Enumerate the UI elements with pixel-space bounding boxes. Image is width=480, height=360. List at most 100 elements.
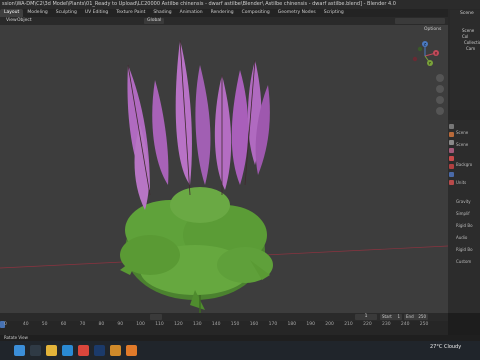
chrome-icon[interactable] <box>78 345 89 356</box>
timeline-tick: 220 <box>363 322 372 327</box>
workspace-tab[interactable]: Shading <box>149 9 175 17</box>
texture-tab-icon[interactable] <box>449 180 454 185</box>
workspace-tab[interactable]: Animation <box>176 9 207 17</box>
timeline-tick: 70 <box>79 322 86 327</box>
blender-icon[interactable] <box>126 345 137 356</box>
workspace-tab[interactable]: Compositing <box>238 9 274 17</box>
render-tab-icon[interactable] <box>449 132 454 137</box>
pan-button[interactable] <box>436 85 444 93</box>
timeline-tick: 0 <box>4 322 7 327</box>
plant-flowers <box>127 40 270 210</box>
workspace-tab[interactable]: UV Editing <box>81 9 112 17</box>
outliner[interactable]: Scene Scene Col Collection Cam <box>450 10 480 110</box>
props-row[interactable]: Units <box>456 180 480 186</box>
output-tab-icon[interactable] <box>449 140 454 145</box>
properties-editor[interactable]: Scene Scene Backgro Units Gravity Simpli… <box>448 120 480 313</box>
viewport-shading-buttons[interactable] <box>395 18 445 24</box>
props-row[interactable]: Audio <box>456 235 480 241</box>
workspace-tabs: Layout Modeling Sculpting UV Editing Texture… <box>0 9 450 17</box>
scene-tab-icon[interactable] <box>449 156 454 161</box>
end-frame-field[interactable]: End 250 <box>404 314 428 320</box>
workspace-tab[interactable]: Rendering <box>207 9 238 17</box>
timeline-tick: 90 <box>117 322 124 327</box>
start-frame-field[interactable]: Start 1 <box>380 314 402 320</box>
camera-view-button[interactable] <box>436 96 444 104</box>
timeline-tick: 140 <box>211 322 221 327</box>
transform-orientation-dropdown[interactable]: Global <box>144 18 165 24</box>
play-controls[interactable] <box>150 314 162 320</box>
props-row[interactable]: Rigid Bo <box>456 223 480 229</box>
timeline-tick: 170 <box>268 322 278 327</box>
perspective-toggle-button[interactable] <box>436 107 444 115</box>
weather-text: Cloudy <box>443 344 462 350</box>
timeline-tick: 50 <box>41 322 48 327</box>
viewport-header: View Object Global <box>0 17 448 25</box>
timeline-tick: 160 <box>249 322 259 327</box>
zoom-button[interactable] <box>436 74 444 82</box>
start-button[interactable] <box>14 345 25 356</box>
taskbar: 27°C Cloudy <box>0 341 480 360</box>
files-icon[interactable] <box>110 345 121 356</box>
3d-viewport[interactable]: X Y Z Options <box>0 25 448 313</box>
props-row[interactable]: Scene <box>456 142 480 148</box>
workspace-tab[interactable]: Texture Paint <box>112 9 149 17</box>
end-value: 250 <box>418 314 426 319</box>
props-row[interactable]: Rigid Bo <box>456 247 480 253</box>
timeline-tick: 210 <box>344 322 353 327</box>
viewport-canvas[interactable] <box>0 25 448 313</box>
props-row: Scene <box>456 130 469 135</box>
timeline-tick: 130 <box>193 322 202 327</box>
menu-view[interactable]: View <box>6 17 17 25</box>
title-bar: ssion\WA-DM\C2\3d Model\Plants\01_Ready … <box>0 0 480 9</box>
timeline-tick: 40 <box>22 322 29 327</box>
workspace-tab[interactable]: Modeling <box>23 9 51 17</box>
props-row[interactable]: Backgro <box>456 162 480 168</box>
search-icon[interactable] <box>30 345 41 356</box>
timeline-tick: 230 <box>382 322 391 327</box>
options-button[interactable]: Options <box>424 27 441 32</box>
options-label: Options <box>424 27 442 32</box>
outliner-item[interactable]: Cam <box>450 46 480 52</box>
photoshop-icon[interactable] <box>94 345 105 356</box>
workspace-tab[interactable]: Geometry Nodes <box>274 9 320 17</box>
timeline[interactable]: 0 40 50 60 70 80 90 100 110 120 130 140 150 160 170 180… <box>0 321 448 335</box>
props-row[interactable]: Simplif <box>456 211 480 217</box>
timeline-tick: 100 <box>136 322 145 327</box>
workspace-tab[interactable]: Sculpting <box>52 9 81 17</box>
end-label: End <box>406 314 414 319</box>
navigation-gizmo[interactable]: X Y Z <box>410 41 440 71</box>
collection-tab-icon[interactable] <box>449 172 454 177</box>
props-row[interactable]: Gravity <box>456 199 480 205</box>
timeline-tick: 60 <box>60 322 67 327</box>
orientation-label: Global <box>147 18 162 23</box>
properties-tabs <box>449 124 455 188</box>
outliner-item[interactable]: Scene Col <box>450 28 480 40</box>
tool-tab-icon[interactable] <box>449 124 454 129</box>
timeline-tick: 200 <box>325 322 334 327</box>
props-row[interactable]: Custom <box>456 259 480 265</box>
menu-object[interactable]: Object <box>17 17 32 25</box>
plant-foliage <box>120 187 273 313</box>
current-frame-field[interactable]: 1 <box>355 314 377 320</box>
view-layer-tab-icon[interactable] <box>449 148 454 153</box>
world-tab-icon[interactable] <box>449 164 454 169</box>
window-title: ssion\WA-DM\C2\3d Model\Plants\01_Ready … <box>2 1 396 7</box>
start-value: 1 <box>397 314 400 319</box>
timeline-header: 1 Start 1 End 250 <box>0 313 448 321</box>
timeline-tick: 250 <box>419 322 429 327</box>
timeline-tick: 240 <box>400 322 410 327</box>
timeline-tick: 110 <box>155 322 164 327</box>
file-explorer-icon[interactable] <box>46 345 57 356</box>
outliner-title: Scene <box>460 11 474 16</box>
status-text: Rotate View <box>4 335 28 340</box>
workspace-tab[interactable]: Layout <box>0 9 24 17</box>
timeline-tick: 190 <box>306 322 315 327</box>
timeline-tick: 120 <box>174 322 183 327</box>
start-label: Start <box>382 314 392 319</box>
weather-widget[interactable]: 27°C Cloudy <box>430 345 461 350</box>
current-frame-value: 1 <box>364 314 368 319</box>
edge-icon[interactable] <box>62 345 73 356</box>
temperature: 27°C <box>430 344 443 350</box>
workspace-tab[interactable]: Scripting <box>320 9 348 17</box>
timeline-tick: 80 <box>98 322 105 327</box>
